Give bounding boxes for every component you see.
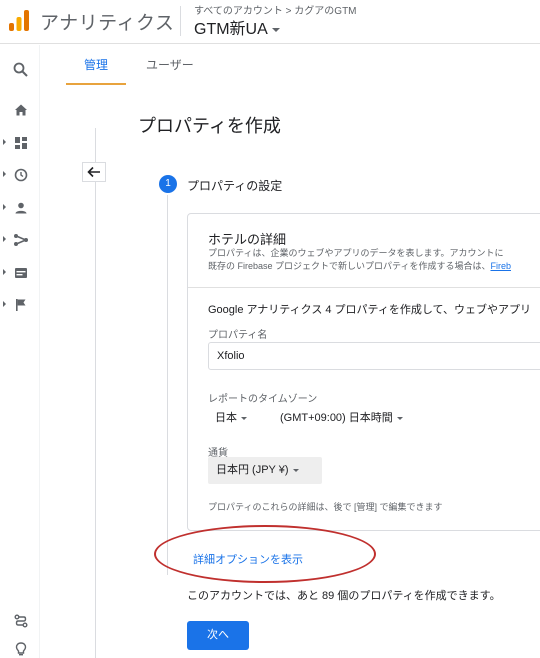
route-icon [14, 614, 28, 628]
ga4-intro-text: Google アナリティクス 4 プロパティを作成して、ウェブやアプリ [208, 304, 532, 316]
sidebar-item-search[interactable] [0, 58, 40, 82]
app-title: アナリティクス [40, 13, 175, 34]
dashboard-icon [15, 137, 27, 149]
expand-arrow-icon [3, 236, 6, 242]
expand-arrow-icon [3, 269, 6, 275]
flag-icon [16, 299, 26, 311]
card-description-line2-text: 既存の Firebase プロジェクトで新しいプロパティを作成する場合は、 [208, 261, 491, 271]
card-description-line1: プロパティは、企業のウェブやアプリのデータを表します。アカウントに [208, 248, 504, 258]
expand-arrow-icon [3, 139, 6, 145]
sidebar-item-conversions[interactable] [0, 293, 40, 317]
step-label: プロパティの設定 [187, 179, 283, 193]
screen-icon [15, 268, 27, 278]
property-selector[interactable]: GTM新UA [194, 15, 280, 39]
sidebar-item-attribution[interactable] [0, 609, 40, 633]
sidebar-item-customization[interactable] [0, 131, 40, 155]
timezone-label: レポートのタイムゾーン [208, 394, 318, 405]
firebase-link[interactable]: Fireb [490, 261, 511, 271]
card-divider [188, 287, 540, 288]
top-header: アナリティクス すべてのアカウント > カグアのGTM GTM新UA [0, 0, 540, 44]
card-title: ホテルの詳細 [208, 232, 287, 247]
back-button[interactable] [82, 162, 106, 182]
property-details-card: ホテルの詳細 プロパティは、企業のウェブやアプリのデータを表します。アカウントに… [187, 213, 540, 531]
property-name-input[interactable] [208, 342, 540, 370]
sidebar-item-audience[interactable] [0, 196, 40, 220]
show-advanced-options-link[interactable]: 詳細オプションを表示 [193, 551, 303, 567]
admin-tabs: 管理 ユーザー [66, 45, 540, 85]
timeline-divider [95, 128, 96, 658]
timezone-country-dropdown[interactable]: 日本 [215, 409, 247, 425]
tab-admin[interactable]: 管理 [66, 45, 127, 85]
person-icon [15, 202, 27, 214]
timezone-value: (GMT+09:00) 日本時間 [280, 412, 393, 424]
chevron-down-icon [271, 27, 280, 32]
chevron-down-icon [241, 416, 247, 420]
property-name-label: プロパティ名 [208, 330, 268, 341]
remaining-properties-text: このアカウントでは、あと 89 個のプロパティを作成できます。 [187, 590, 501, 602]
card-description: プロパティは、企業のウェブやアプリのデータを表します。アカウントに 既存の Fi… [208, 247, 511, 273]
tab-user[interactable]: ユーザー [128, 45, 212, 85]
sidebar-item-realtime[interactable] [0, 163, 40, 187]
chevron-down-icon [292, 468, 299, 472]
currency-dropdown[interactable]: 日本円 (JPY ¥) [208, 457, 322, 484]
sidebar-item-acquisition[interactable] [0, 228, 40, 252]
page-title: プロパティを作成 [138, 116, 281, 136]
clock-icon [14, 168, 28, 182]
arrow-left-icon [87, 166, 100, 178]
property-selector-label: GTM新UA [194, 21, 268, 38]
step-connector [167, 195, 168, 575]
expand-arrow-icon [3, 204, 6, 210]
sidebar-item-behavior[interactable] [0, 261, 40, 285]
search-icon [13, 62, 28, 77]
step-number-badge: 1 [159, 175, 177, 193]
expand-arrow-icon [3, 301, 6, 307]
analytics-logo-icon[interactable] [8, 8, 30, 34]
edit-later-note: プロパティのこれらの詳細は、後で [管理] で編集できます [208, 502, 443, 512]
currency-value: 日本円 (JPY ¥) [216, 464, 289, 476]
chevron-down-icon [396, 416, 403, 420]
expand-arrow-icon [3, 171, 6, 177]
sidebar-item-discover[interactable] [0, 637, 40, 658]
timezone-dropdown[interactable]: (GMT+09:00) 日本時間 [280, 409, 403, 425]
next-button[interactable]: 次へ [187, 621, 249, 650]
home-icon [15, 104, 27, 116]
lightbulb-icon [15, 642, 27, 656]
acquisition-icon [14, 234, 28, 246]
sidebar-item-home[interactable] [0, 98, 40, 122]
timezone-country-value: 日本 [215, 412, 237, 424]
sidebar-nav [0, 45, 40, 658]
card-description-line2: 既存の Firebase プロジェクトで新しいプロパティを作成する場合は、Fir… [208, 260, 511, 273]
header-divider [180, 6, 181, 36]
